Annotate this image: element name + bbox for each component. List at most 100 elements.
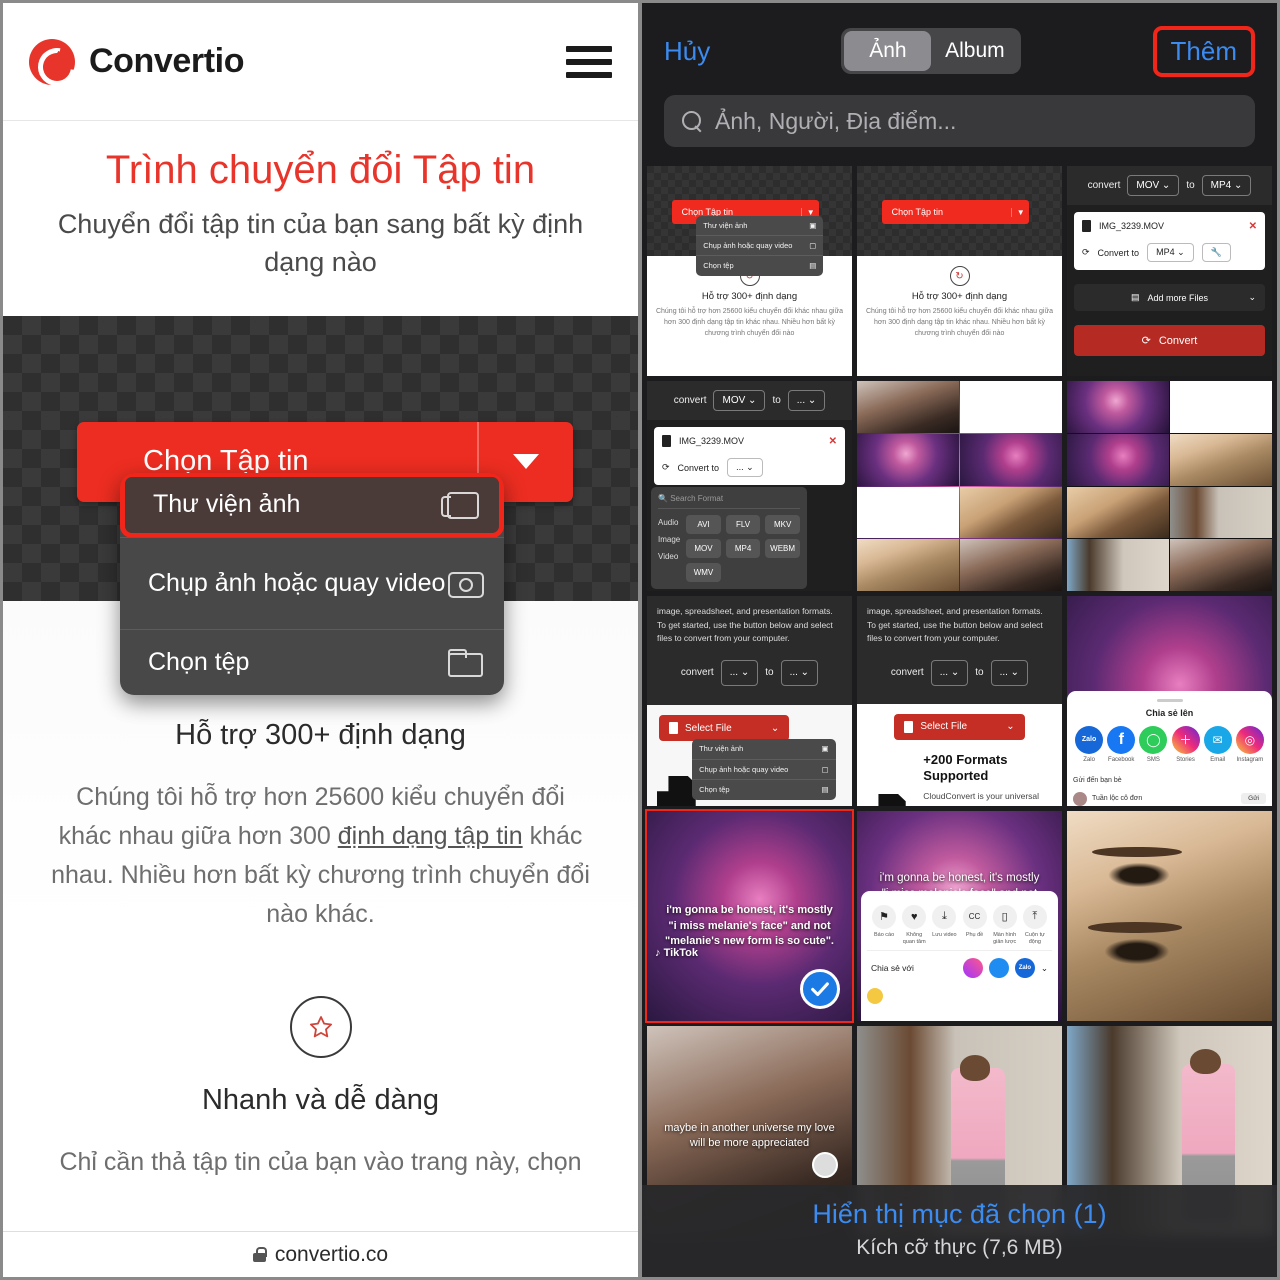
photo-thumb[interactable]: i'm gonna be honest, it's mostly "i miss… [857,811,1062,1021]
video-caption: i'm gonna be honest, it's mostly "i miss… [665,904,834,948]
thumb-content [1067,811,1272,1021]
collage-tile [960,539,1062,591]
upload-icon: ⤒ [1022,904,1047,929]
brand-name: Convertio [89,42,245,80]
ios-photo-picker: Hủy Ảnh Album Thêm Ảnh, Người, Địa điểm.… [640,0,1280,1280]
photo-thumb[interactable]: image, spreadsheet, and presentation for… [647,596,852,806]
site-header: Convertio [3,3,638,121]
document-icon [1082,220,1091,232]
emoji-icon [867,988,883,1005]
share-target: ◯ SMS [1139,725,1168,763]
mini-dropdown: Thư viện ảnh ▣ Chụp ảnh hoặc quay video ▢ … [692,739,836,800]
picker-navbar: Hủy Ảnh Album Thêm [664,23,1255,79]
photo-thumb[interactable]: convert MOV ⌄ to MP4 ⌄ IMG_3239.MOV ✕ ⟳ [1067,166,1272,376]
convert-label: convert [680,666,714,678]
search-input[interactable]: Ảnh, Người, Địa điểm... [664,95,1255,147]
share-target: Zalo Zalo [1075,725,1104,763]
feature-body: Chỉ cần thả tập tin của bạn vào trang nà… [59,1147,582,1176]
show-selected-button[interactable]: Hiển thị mục đã chọn (1) [642,1199,1277,1230]
convert-label: convert [1087,180,1121,191]
mini-feature-title: Hỗ trợ 300+ định dạng [911,291,1008,303]
file-picker-area: Chọn Tập tin Thư viện ảnh Chụp ảnh hoặc … [3,315,638,695]
thumb-content: convert MOV ⌄ to MP4 ⌄ IMG_3239.MOV ✕ ⟳ [1067,166,1272,376]
mini-file-card: IMG_3239.MOV ✕ ⟳ Convert to ... ⌄ [654,427,845,485]
file-formats-link[interactable]: định dạng tập tin [338,822,523,850]
format-to-select: ... ⌄ [787,390,826,411]
select-file-button: Select File ⌄ [894,713,1025,740]
collage-tile [1067,433,1169,486]
segmented-control[interactable]: Ảnh Album [841,28,1022,74]
tab-photos[interactable]: Ảnh [844,31,932,71]
convertio-logo[interactable]: Convertio [29,38,245,85]
collage-tile [1067,539,1169,591]
close-icon: ✕ [828,435,837,447]
format-from-select: ... ⌄ [720,659,759,686]
share-target: ✉ Email [1203,725,1232,763]
select-file-label: Select File [685,722,732,734]
selection-footer[interactable]: Hiển thị mục đã chọn (1) Kích cỡ thực (7… [642,1185,1277,1277]
feature-fast-easy: Nhanh và dễ dàng Chỉ cần thả tập tin của… [3,934,638,1182]
zalo-icon: Zalo [1014,958,1035,979]
photo-thumb[interactable] [1067,381,1272,591]
format-from-select: ... ⌄ [930,659,969,686]
feature-title: Nhanh và dễ dàng [201,1083,440,1116]
document-icon [662,435,671,447]
photo-thumb[interactable]: i'm gonna be honest, it's mostly "i miss… [1067,596,1272,806]
thumb-content: Chọn Tập tin ▼ ↻ Hỗ trợ 300+ định dạng C… [857,166,1062,376]
hamburger-icon[interactable] [566,45,612,78]
facebook-icon: f [1107,725,1136,754]
mini-dropdown-item: Thư viện ảnh ▣ [699,744,829,754]
download-icon: ⤓ [932,904,957,929]
refresh-circle-icon: ↻ [949,266,970,287]
file-source-dropdown[interactable]: Thư viện ảnh Chụp ảnh hoặc quay video Ch… [120,472,504,695]
photos-icon [441,489,479,521]
format-chip: FLV [725,515,761,534]
dropdown-item-label: Thư viện ảnh [153,490,301,519]
photo-grid[interactable]: Chọn Tập tin ▼ Thư viện ảnh ▣ Chụp ảnh ho… [645,166,1272,1277]
cancel-button[interactable]: Hủy [664,36,710,67]
flag-icon: ⚑ [872,904,897,929]
format-to-select: ... ⌄ [780,659,819,686]
tab-albums[interactable]: Album [931,31,1018,71]
thumb-content: i'm gonna be honest, it's mostly "i miss… [857,811,1062,1021]
category-video: Video [658,551,679,561]
photo-thumb[interactable] [857,381,1062,591]
browser-url-bar[interactable]: convertio.co [3,1231,638,1277]
share-with-row: Chia sẻ với Zalo ⌄ [867,950,1052,981]
format-chip: WEBM [765,539,800,558]
email-icon: ✉ [1203,725,1232,754]
format-chip: WMV [686,563,721,582]
add-button[interactable]: Thêm [1152,25,1255,77]
stories-icon: ＋ [1171,725,1200,754]
dropdown-item-label: Chụp ảnh hoặc quay video [148,568,446,597]
action-row: ⚑ Báo cáo ♥ Không quan tâm ⤓ Lưu video CC Ph… [867,899,1052,950]
share-target: ＋ Stories [1171,725,1200,763]
chevron-down-icon: ⌄ [1248,292,1256,302]
file-name: IMG_3239.MOV [679,436,745,446]
to-label: to [772,395,781,406]
convert-to-label: Convert to [1097,247,1140,258]
photo-thumb[interactable] [1067,811,1272,1021]
close-icon: ✕ [1248,220,1257,232]
convert-to-label: Convert to [677,462,720,473]
page-subtitle: Chuyển đổi tập tin của bạn sang bất kỳ đ… [57,209,584,278]
dropdown-item-take-photo[interactable]: Chụp ảnh hoặc quay video [120,536,504,629]
dropdown-item-choose-file[interactable]: Chọn tệp [120,628,504,695]
convert-button: ⟳ Convert [1074,325,1265,356]
action-auto-scroll: ⤒ Cuộn tự động [1020,904,1049,946]
search-icon [682,110,703,132]
photo-thumb[interactable]: Chọn Tập tin ▼ ↻ Hỗ trợ 300+ định dạng C… [857,166,1062,376]
photo-thumb[interactable]: convert MOV ⌄ to ... ⌄ IMG_3239.MOV ✕ ⟳ [647,381,852,591]
photo-thumb[interactable]: Chọn Tập tin ▼ Thư viện ảnh ▣ Chụp ảnh ho… [647,166,852,376]
cc-heading: +200 Formats Supported [923,751,1008,784]
photo-thumb-selected[interactable]: ♪ TikTok i'm gonna be honest, it's mostl… [645,809,854,1023]
file-add-icon: ▤ [1130,292,1140,302]
photo-thumb[interactable]: image, spreadsheet, and presentation for… [857,596,1062,806]
dropdown-item-photo-library[interactable]: Thư viện ảnh [120,472,504,538]
chevron-down-icon [513,454,539,470]
sms-icon: ◯ [1139,725,1168,754]
settings-icon: 🔧 [1201,243,1231,262]
collage-tile [960,486,1062,539]
format-chip-grid: AVI FLV MKV MOV MP4 WEBM WMV [686,515,800,582]
mini-dropdown: Thư viện ảnh ▣ Chụp ảnh hoặc quay video ▢ … [696,215,824,276]
